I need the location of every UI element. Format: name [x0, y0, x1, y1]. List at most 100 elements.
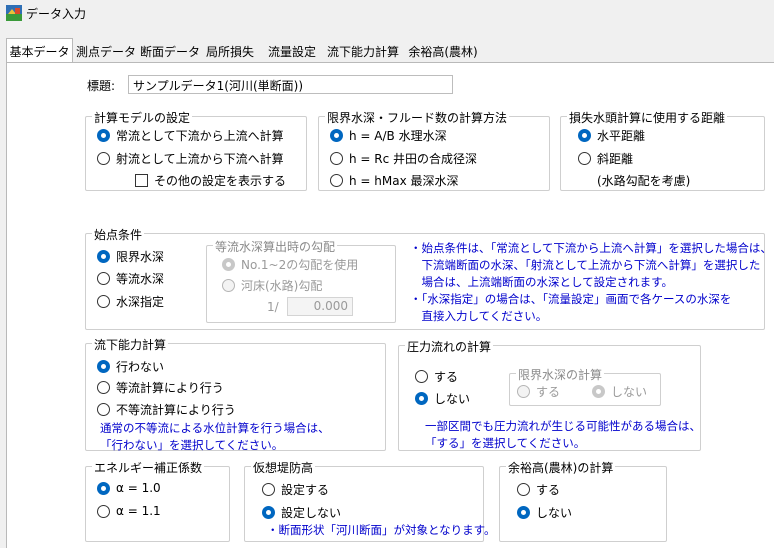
radio-label: 射流として上流から下流へ計算	[116, 152, 284, 166]
radio-button[interactable]	[97, 504, 110, 518]
radio-button[interactable]	[97, 295, 110, 308]
flow-capacity-note: 通常の不等流による水位計算を行う場合は、 「行わない」を選択してください。	[100, 420, 330, 454]
calc-model-group: 計算モデルの設定 常流として下流から上流へ計算 射流として上流から下流へ計算 そ…	[85, 109, 307, 191]
radio-freeboard-yes[interactable]: する	[517, 481, 560, 498]
start-condition-note: ・始点条件は、「常流として下流から上流へ計算」を選択した場合は、 下流端断面の水…	[410, 240, 772, 325]
radio-use-no1-2-slope[interactable]: No.1~2の勾配を使用	[222, 256, 358, 273]
radio-label: 行わない	[116, 360, 165, 374]
radio-button[interactable]	[578, 152, 591, 165]
radio-alpha-1-1[interactable]: α = 1.1	[97, 504, 161, 518]
radio-uniform-depth[interactable]: 等流水深	[97, 270, 164, 287]
tab-local-loss[interactable]: 局所損失	[204, 39, 256, 61]
radio-button[interactable]	[517, 506, 530, 519]
subject-input[interactable]: サンプルデータ1(河川(単断面))	[128, 75, 453, 94]
radio-button[interactable]	[97, 250, 110, 263]
radio-button[interactable]	[222, 279, 235, 292]
radio-label: 河床(水路)勾配	[241, 279, 323, 293]
radio-button[interactable]	[222, 258, 235, 271]
radio-button[interactable]	[97, 481, 110, 495]
radio-uniform-flow-calc[interactable]: 等流計算により行う	[97, 379, 224, 396]
radio-label: しない	[434, 392, 471, 406]
radio-label: 水平距離	[597, 129, 646, 143]
pressure-flow-title: 圧力流れの計算	[405, 338, 494, 355]
flow-capacity-group: 流下能力計算 行わない 等流計算により行う 不等流計算により行う 通常の不等流に…	[85, 336, 386, 454]
radio-max-depth[interactable]: h = hMax 最深水深	[330, 172, 459, 189]
note-line: 場合は、上流端断面の水深として設定されます。	[410, 275, 674, 289]
radio-critical-depth[interactable]: 限界水深	[97, 248, 164, 265]
radio-hydraulic-depth[interactable]: h = A/B 水理水深	[330, 127, 447, 144]
radio-button[interactable]	[97, 272, 110, 285]
note-line: 「行わない」を選択してください。	[100, 438, 284, 452]
basic-data-panel: 標題: サンプルデータ1(河川(単断面)) 計算モデルの設定 常流として下流から…	[6, 62, 774, 548]
radio-label: 限界水深	[116, 250, 165, 264]
radio-button[interactable]	[415, 392, 428, 405]
pressure-critical-group: 限界水深の計算 する しない	[509, 366, 661, 406]
tab-freeboard[interactable]: 余裕高(農林)	[404, 39, 482, 61]
radio-ida-radius[interactable]: h = Rc 井田の合成径深	[330, 150, 477, 167]
radio-levee-set[interactable]: 設定する	[262, 481, 329, 498]
radio-freeboard-no[interactable]: しない	[517, 504, 572, 521]
radio-horizontal-distance[interactable]: 水平距離	[578, 127, 645, 144]
slope-value-input[interactable]: 0.000	[287, 297, 353, 316]
radio-button[interactable]	[97, 403, 110, 416]
radio-specified-depth[interactable]: 水深指定	[97, 293, 164, 310]
window-title: データ入力	[26, 7, 87, 21]
radio-button[interactable]	[330, 152, 343, 165]
virtual-levee-title: 仮想堤防高	[251, 459, 316, 476]
flow-capacity-title: 流下能力計算	[92, 336, 169, 353]
radio-button[interactable]	[262, 483, 275, 496]
radio-button[interactable]	[330, 174, 343, 187]
radio-button[interactable]	[262, 506, 275, 519]
radio-button[interactable]	[97, 152, 110, 165]
radio-pressure-critical-yes[interactable]: する	[517, 383, 560, 400]
radio-levee-unset[interactable]: 設定しない	[262, 504, 341, 521]
radio-button[interactable]	[97, 129, 110, 142]
radio-no-flow-capacity[interactable]: 行わない	[97, 358, 164, 375]
radio-subcritical[interactable]: 常流として下流から上流へ計算	[97, 127, 284, 144]
radio-label: 設定しない	[281, 506, 342, 520]
radio-button[interactable]	[415, 370, 428, 383]
checkbox-label: その他の設定を表示する	[154, 174, 287, 188]
tab-basic-data[interactable]: 基本データ	[6, 38, 73, 62]
tab-survey-point-data[interactable]: 測点データ	[76, 39, 136, 61]
radio-pressure-critical-no[interactable]: しない	[592, 383, 647, 400]
slope-note: (水路勾配を考慮)	[597, 174, 691, 188]
radio-button[interactable]	[517, 483, 530, 496]
note-line: 通常の不等流による水位計算を行う場合は、	[100, 421, 330, 435]
calc-model-title: 計算モデルの設定	[92, 109, 193, 126]
radio-button[interactable]	[97, 360, 110, 373]
radio-label: α = 1.1	[116, 504, 161, 518]
radio-label: h = Rc 井田の合成径深	[349, 152, 478, 166]
radio-nonuniform-flow-calc[interactable]: 不等流計算により行う	[97, 401, 236, 418]
uniform-slope-group: 等流水深算出時の勾配 No.1~2の勾配を使用 河床(水路)勾配 1/ 0.00…	[206, 238, 396, 323]
radio-label: No.1~2の勾配を使用	[241, 258, 359, 272]
radio-label: 斜距離	[597, 152, 634, 166]
show-other-settings-checkbox[interactable]: その他の設定を表示する	[135, 172, 286, 189]
radio-supercritical[interactable]: 射流として上流から下流へ計算	[97, 150, 284, 167]
note-line: ・始点条件は、「常流として下流から上流へ計算」を選択した場合は、	[410, 241, 772, 255]
radio-pressure-yes[interactable]: する	[415, 368, 458, 385]
radio-button[interactable]	[592, 385, 605, 398]
radio-button[interactable]	[578, 129, 591, 142]
radio-label: しない	[611, 385, 648, 399]
tab-section-data[interactable]: 断面データ	[140, 39, 200, 61]
checkbox[interactable]	[135, 174, 148, 187]
freeboard-calc-group: 余裕高(農林)の計算 する しない	[499, 459, 667, 542]
note-line: ・「水深指定」の場合は、「流量設定」画面で各ケースの水深を	[410, 292, 732, 306]
radio-label: 等流計算により行う	[116, 381, 224, 395]
radio-button[interactable]	[97, 381, 110, 394]
tab-flow-capacity[interactable]: 流下能力計算	[326, 39, 400, 61]
title-bar: データ入力	[0, 0, 774, 30]
radio-button[interactable]	[517, 385, 530, 398]
radio-pressure-no[interactable]: しない	[415, 390, 470, 407]
radio-button[interactable]	[330, 129, 343, 142]
radio-alpha-1-0[interactable]: α = 1.0	[97, 481, 161, 495]
uniform-slope-title: 等流水深算出時の勾配	[213, 238, 338, 255]
tab-flow-setting[interactable]: 流量設定	[261, 39, 323, 61]
subject-label: 標題:	[87, 79, 116, 93]
pressure-flow-group: 圧力流れの計算 する しない 限界水深の計算 する しない 一部区間でも圧力流れ…	[398, 338, 701, 451]
radio-slope-distance[interactable]: 斜距離	[578, 150, 633, 167]
note-line: 下流端断面の水深、「射流として上流から下流へ計算」を選択した	[410, 258, 761, 272]
radio-riverbed-slope[interactable]: 河床(水路)勾配	[222, 277, 322, 294]
freeboard-calc-title: 余裕高(農林)の計算	[506, 459, 616, 476]
